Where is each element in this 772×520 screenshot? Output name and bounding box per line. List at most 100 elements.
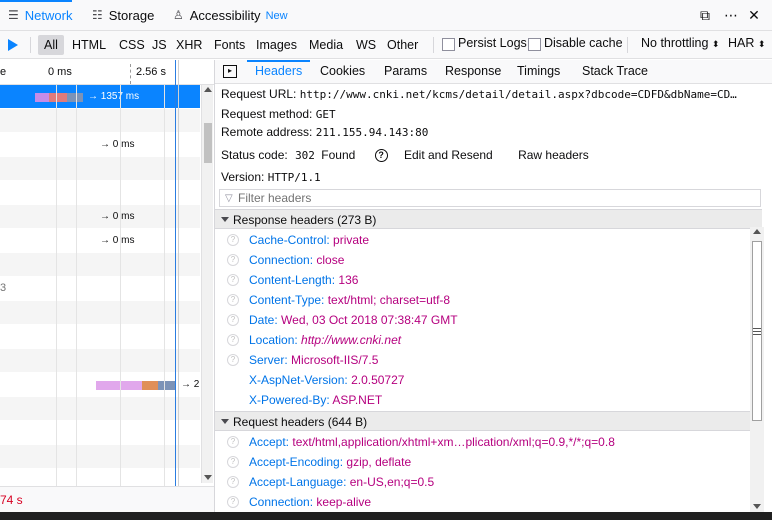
scroll-up-icon[interactable]: [753, 229, 761, 234]
request-row[interactable]: → 1357 ms: [0, 85, 200, 109]
request-row[interactable]: [0, 421, 200, 445]
header-value: keep-alive: [316, 495, 372, 509]
filter-xhr[interactable]: XHR: [170, 35, 208, 55]
network-filter-bar: All HTML CSS JS XHR Fonts Images Media W…: [0, 31, 772, 59]
request-row[interactable]: → 0 ms: [0, 229, 200, 253]
filter-js[interactable]: JS: [146, 35, 173, 55]
request-headers-section[interactable]: Request headers (644 B): [215, 411, 762, 431]
help-icon[interactable]: ?: [227, 496, 239, 508]
request-row[interactable]: [0, 445, 200, 469]
tab-storage[interactable]: ☷ Storage: [92, 0, 154, 30]
header-value: Wed, 03 Oct 2018 07:38:47 GMT: [281, 313, 458, 327]
filter-fonts[interactable]: Fonts: [208, 35, 251, 55]
scrollbar-grip: [753, 334, 761, 335]
close-icon[interactable]: ✕: [746, 7, 762, 23]
waterfall-bar-connect: [142, 381, 158, 390]
request-row[interactable]: [0, 301, 200, 325]
new-badge: New: [265, 10, 288, 22]
toggle-sidebar-icon[interactable]: ▸: [223, 65, 237, 78]
header-row: ? Connection: close: [215, 250, 750, 270]
request-row[interactable]: [0, 181, 200, 205]
raw-headers-button[interactable]: Raw headers: [518, 148, 589, 162]
header-row: ? Connection: keep-alive: [215, 492, 750, 512]
help-icon[interactable]: ?: [227, 334, 239, 346]
request-row[interactable]: → 2: [0, 373, 200, 397]
play-icon[interactable]: [8, 39, 18, 51]
request-row[interactable]: 3: [0, 277, 200, 301]
help-icon[interactable]: ?: [374, 149, 388, 163]
filter-headers-input[interactable]: ▽ Filter headers: [219, 189, 761, 207]
throttling-select[interactable]: No throttling ⬍: [641, 36, 719, 50]
header-value: en-US,en;q=0.5: [349, 475, 435, 489]
header-value: private: [333, 233, 370, 247]
help-icon[interactable]: ?: [227, 436, 239, 448]
response-headers-section[interactable]: Response headers (273 B): [215, 209, 762, 229]
scroll-up-icon[interactable]: [204, 87, 212, 92]
tab-params[interactable]: Params: [384, 64, 427, 78]
disable-cache-label[interactable]: Disable cache: [544, 36, 623, 50]
filter-ws[interactable]: WS: [350, 35, 382, 55]
tab-timings[interactable]: Timings: [517, 64, 560, 78]
request-list-scrollbar[interactable]: [201, 85, 213, 483]
status-code-label: Status code:: [221, 148, 288, 162]
request-row[interactable]: → 0 ms: [0, 133, 200, 157]
scroll-down-icon[interactable]: [204, 475, 212, 480]
filter-media[interactable]: Media: [303, 35, 349, 55]
request-row[interactable]: → 0 ms: [0, 205, 200, 229]
request-url-value[interactable]: http://www.cnki.net/kcms/detail/detail.a…: [300, 88, 737, 101]
help-icon[interactable]: ?: [227, 476, 239, 488]
help-icon[interactable]: ?: [227, 294, 239, 306]
tab-response[interactable]: Response: [445, 64, 501, 78]
request-row[interactable]: [0, 109, 200, 133]
scroll-down-icon[interactable]: [753, 504, 761, 509]
help-icon[interactable]: ?: [227, 314, 239, 326]
request-row[interactable]: [0, 349, 200, 373]
timeline-marker: [130, 64, 131, 84]
request-row[interactable]: [0, 397, 200, 421]
request-row[interactable]: [0, 253, 200, 277]
header-name: Connection:: [249, 253, 314, 267]
scrollbar-thumb[interactable]: [204, 123, 212, 163]
request-headers-scrollbar[interactable]: [750, 436, 764, 512]
response-headers-scrollbar[interactable]: [750, 227, 764, 445]
waterfall-bar-connect: [49, 93, 67, 102]
devtools-toolbar: ☰ Network ☷ Storage ♙ Accessibility New …: [0, 0, 772, 31]
help-icon[interactable]: ?: [227, 354, 239, 366]
persist-logs-checkbox[interactable]: [442, 38, 455, 51]
dom-marker-line: [178, 60, 179, 500]
persist-logs-label[interactable]: Persist Logs: [458, 36, 527, 50]
header-name: Accept:: [249, 435, 290, 449]
header-row: X-AspNet-Version: 2.0.50727: [215, 370, 750, 390]
tab-headers[interactable]: Headers: [246, 60, 311, 78]
request-rows: → 1357 ms → 0 ms → 0 ms → 0 ms 3 → 2: [0, 85, 200, 512]
tab-cookies[interactable]: Cookies: [320, 64, 365, 78]
disable-cache-checkbox[interactable]: [528, 38, 541, 51]
help-icon[interactable]: ?: [227, 456, 239, 468]
waterfall-header[interactable]: e 0 ms 2.56 s: [0, 60, 214, 85]
header-value: 2.0.50727: [351, 373, 405, 387]
tab-storage-label: Storage: [108, 7, 155, 23]
tab-network[interactable]: ☰ Network: [0, 0, 73, 30]
filter-all[interactable]: All: [38, 35, 64, 55]
tab-stack-trace[interactable]: Stack Trace: [582, 64, 648, 78]
waterfall-time: → 0 ms: [100, 235, 135, 246]
waterfall-bar-wait: [67, 93, 83, 102]
har-menu[interactable]: HAR ⬍: [728, 36, 765, 50]
remote-address-line: Remote address: 211.155.94.143:80: [221, 125, 428, 139]
request-row[interactable]: [0, 325, 200, 349]
header-value: gzip, deflate: [346, 455, 412, 469]
help-icon[interactable]: ?: [227, 274, 239, 286]
more-menu-icon[interactable]: ⋯: [723, 7, 739, 23]
har-label: HAR: [728, 36, 755, 50]
filter-html[interactable]: HTML: [66, 35, 112, 55]
filter-other[interactable]: Other: [381, 35, 424, 55]
filter-headers-placeholder: Filter headers: [238, 191, 312, 205]
dock-toggle-icon[interactable]: ⧉: [697, 7, 713, 23]
tab-accessibility[interactable]: ♙ Accessibility New: [173, 0, 288, 30]
edit-and-resend-button[interactable]: Edit and Resend: [404, 148, 493, 162]
help-icon[interactable]: ?: [227, 254, 239, 266]
request-row[interactable]: [0, 157, 200, 181]
help-icon[interactable]: ?: [227, 234, 239, 246]
filter-images[interactable]: Images: [250, 35, 303, 55]
status-bar: 74 s: [0, 486, 214, 512]
